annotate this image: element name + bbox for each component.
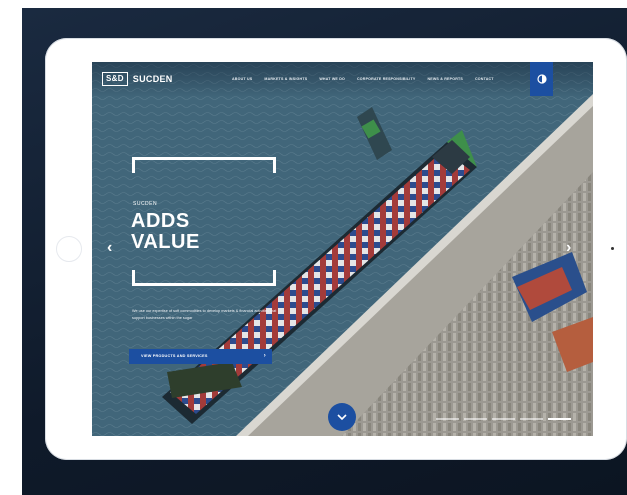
hero-frame-bottom: [132, 270, 276, 286]
hero-title: ADDS VALUE: [131, 211, 200, 253]
hero-description: We use our expertise of soft commodities…: [132, 309, 277, 320]
slider-dot[interactable]: [464, 418, 487, 420]
chevron-left-icon[interactable]: ‹: [107, 239, 112, 257]
website-screen: S&D SUCDEN ABOUT US MARKETS & INSIGHTS W…: [92, 62, 593, 436]
site-logo[interactable]: S&D SUCDEN: [102, 72, 173, 86]
logo-text: SUCDEN: [132, 74, 173, 84]
tablet-home-button: [56, 236, 82, 262]
contrast-toggle-button[interactable]: [530, 62, 553, 96]
nav-item-markets[interactable]: MARKETS & INSIGHTS: [264, 77, 307, 81]
hero-frame-top: [132, 157, 276, 173]
main-nav: ABOUT US MARKETS & INSIGHTS WHAT WE DO C…: [232, 77, 494, 81]
tablet-camera: [611, 247, 614, 250]
slider-dots: [436, 418, 571, 420]
slider-dot[interactable]: [520, 418, 543, 420]
scroll-down-button[interactable]: [328, 403, 356, 431]
hero-eyebrow: SUCDEN: [133, 201, 158, 207]
contrast-icon: [536, 74, 547, 84]
cta-label: VIEW PRODUCTS AND SERVICES: [141, 354, 208, 358]
slider-dot[interactable]: [436, 418, 459, 420]
slider-dot[interactable]: [492, 418, 515, 420]
nav-item-csr[interactable]: CORPORATE RESPONSIBILITY: [357, 77, 415, 81]
chevron-down-icon: [337, 413, 347, 420]
nav-item-news[interactable]: NEWS & REPORTS: [427, 77, 463, 81]
chevron-right-icon[interactable]: ›: [566, 239, 571, 257]
hero-title-line-1: ADDS: [131, 210, 190, 232]
nav-item-about[interactable]: ABOUT US: [232, 77, 252, 81]
nav-item-contact[interactable]: CONTACT: [475, 77, 494, 81]
nav-item-what-we-do[interactable]: WHAT WE DO: [319, 77, 345, 81]
view-products-button[interactable]: VIEW PRODUCTS AND SERVICES ›: [129, 349, 272, 364]
logo-mark: S&D: [102, 72, 128, 86]
arrow-right-icon: ›: [263, 353, 266, 359]
slider-dot[interactable]: [548, 418, 571, 420]
hero-title-line-2: VALUE: [131, 231, 200, 253]
